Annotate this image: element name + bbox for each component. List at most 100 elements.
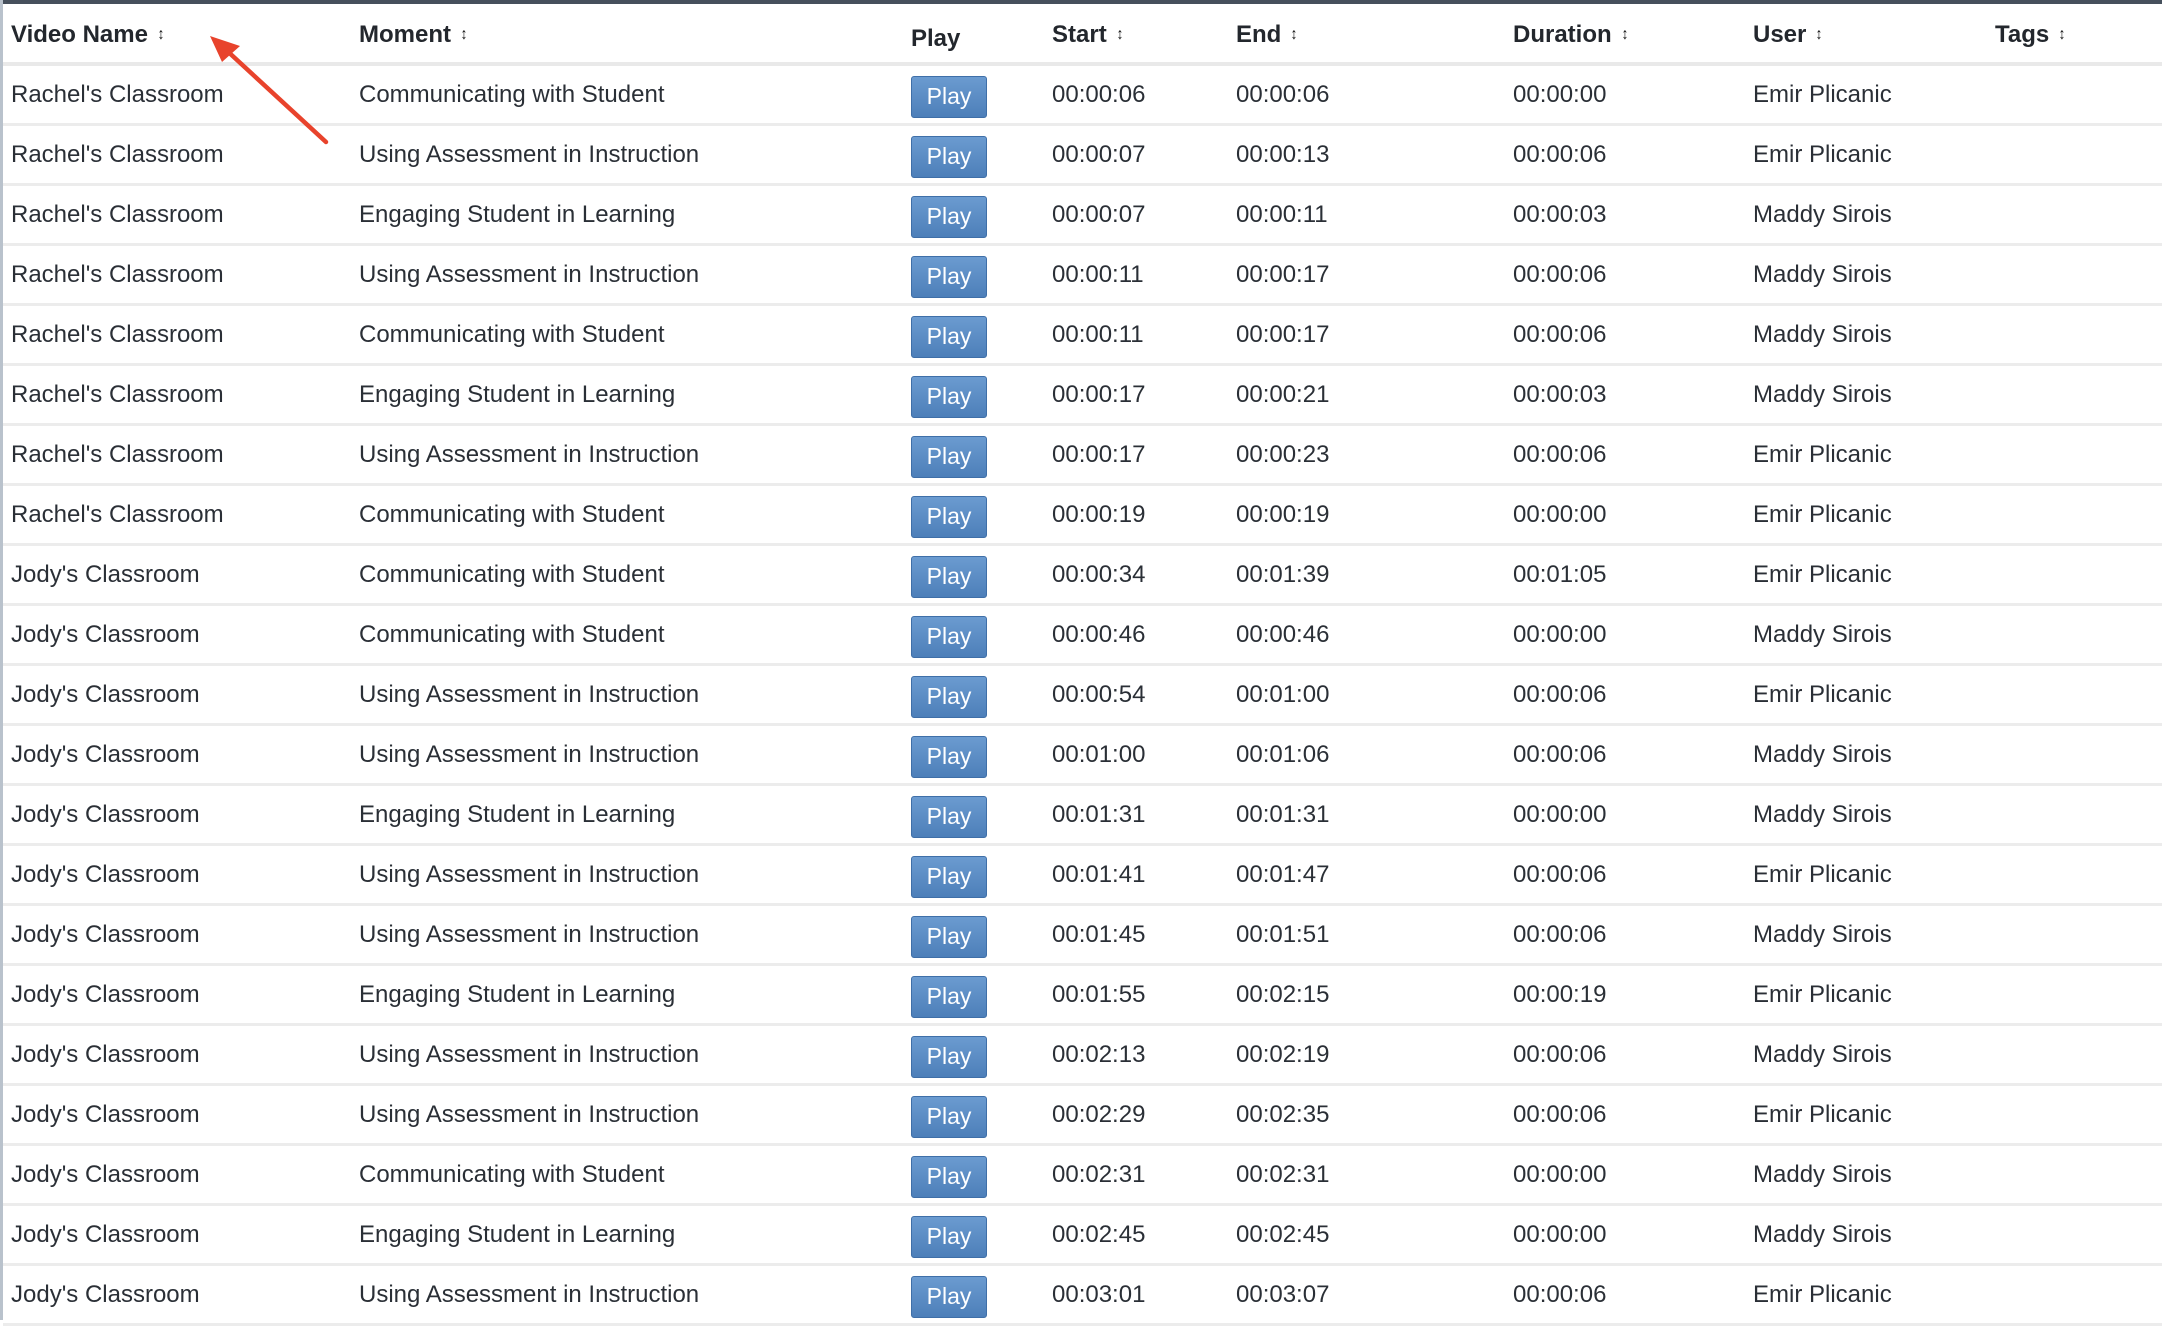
end-cell: 00:01:00: [1236, 680, 1330, 708]
end-cell: 00:00:46: [1236, 620, 1330, 648]
video-name-cell: Jody's Classroom: [11, 1160, 200, 1188]
user-cell: Maddy Sirois: [1753, 200, 1892, 228]
play-cell: Play: [911, 1026, 987, 1083]
start-cell: 00:00:07: [1052, 140, 1146, 168]
video-name-cell: Jody's Classroom: [11, 1280, 200, 1308]
user-cell: Maddy Sirois: [1753, 920, 1892, 948]
end-cell: 00:01:47: [1236, 860, 1330, 888]
moments-table: Video Name ↕ Moment ↕ Play Start ↕ End ↕…: [3, 4, 2162, 1326]
moment-cell: Using Assessment in Instruction: [359, 440, 700, 468]
column-header-video-name[interactable]: Video Name ↕: [11, 4, 165, 64]
play-button[interactable]: Play: [911, 1155, 987, 1198]
column-header-user[interactable]: User ↕: [1753, 4, 1823, 64]
sort-icon[interactable]: ↕: [1816, 27, 1823, 43]
play-button[interactable]: Play: [911, 255, 987, 298]
play-button[interactable]: Play: [911, 1035, 987, 1078]
start-cell: 00:01:31: [1052, 800, 1146, 828]
table-row: Rachel's Classroom Using Assessment in In…: [3, 126, 2162, 186]
play-button[interactable]: Play: [911, 195, 987, 238]
moment-cell: Using Assessment in Instruction: [359, 920, 700, 948]
moment-cell: Engaging Student in Learning: [359, 200, 676, 228]
play-button[interactable]: Play: [911, 1215, 987, 1258]
user-cell: Maddy Sirois: [1753, 1220, 1892, 1248]
sort-icon[interactable]: ↕: [1621, 27, 1628, 43]
play-button[interactable]: Play: [911, 555, 987, 598]
play-button[interactable]: Play: [911, 795, 987, 838]
end-cell: 00:02:19: [1236, 1040, 1330, 1068]
column-header-end[interactable]: End ↕: [1236, 4, 1298, 64]
end-cell: 00:03:07: [1236, 1280, 1330, 1308]
play-button[interactable]: Play: [911, 75, 987, 118]
play-button[interactable]: Play: [911, 615, 987, 658]
sort-icon[interactable]: ↕: [461, 27, 468, 43]
moment-cell: Communicating with Student: [359, 560, 665, 588]
play-button[interactable]: Play: [911, 915, 987, 958]
video-name-cell: Rachel's Classroom: [11, 380, 224, 408]
user-cell: Emir Plicanic: [1753, 80, 1892, 108]
moment-cell: Communicating with Student: [359, 1160, 665, 1188]
video-name-cell: Jody's Classroom: [11, 740, 200, 768]
sort-icon[interactable]: ↕: [158, 27, 165, 43]
sort-icon[interactable]: ↕: [2059, 27, 2066, 43]
start-cell: 00:00:11: [1052, 260, 1144, 288]
duration-cell: 00:00:00: [1513, 500, 1607, 528]
duration-cell: 00:00:06: [1513, 920, 1607, 948]
play-button[interactable]: Play: [911, 675, 987, 718]
end-cell: 00:00:13: [1236, 140, 1330, 168]
column-header-label: Tags: [1995, 21, 2050, 48]
column-header-start[interactable]: Start ↕: [1052, 4, 1124, 64]
user-cell: Maddy Sirois: [1753, 1160, 1892, 1188]
end-cell: 00:00:17: [1236, 260, 1330, 288]
play-button[interactable]: Play: [911, 315, 987, 358]
play-button[interactable]: Play: [911, 495, 987, 538]
user-cell: Emir Plicanic: [1753, 980, 1892, 1008]
user-cell: Emir Plicanic: [1753, 680, 1892, 708]
table-row: Rachel's Classroom Communicating with Stu…: [3, 66, 2162, 126]
moment-cell: Using Assessment in Instruction: [359, 1280, 700, 1308]
play-cell: Play: [911, 366, 987, 423]
table-row: Jody's Classroom Using Assessment in Inst…: [3, 1086, 2162, 1146]
column-header-label: User: [1753, 21, 1807, 48]
start-cell: 00:02:45: [1052, 1220, 1146, 1248]
table-header-row: Video Name ↕ Moment ↕ Play Start ↕ End ↕…: [3, 4, 2162, 66]
sort-icon[interactable]: ↕: [1291, 27, 1298, 43]
video-name-cell: Jody's Classroom: [11, 680, 200, 708]
column-header-label: Video Name: [11, 21, 148, 48]
play-button[interactable]: Play: [911, 135, 987, 178]
end-cell: 00:00:17: [1236, 320, 1330, 348]
video-name-cell: Jody's Classroom: [11, 1100, 200, 1128]
duration-cell: 00:00:19: [1513, 980, 1607, 1008]
play-button[interactable]: Play: [911, 435, 987, 478]
user-cell: Emir Plicanic: [1753, 440, 1892, 468]
start-cell: 00:03:01: [1052, 1280, 1146, 1308]
play-button[interactable]: Play: [911, 735, 987, 778]
column-header-tags[interactable]: Tags ↕: [1995, 4, 2066, 64]
duration-cell: 00:00:06: [1513, 440, 1607, 468]
play-cell: Play: [911, 546, 987, 603]
moment-cell: Engaging Student in Learning: [359, 980, 676, 1008]
play-button[interactable]: Play: [911, 1095, 987, 1138]
play-cell: Play: [911, 426, 987, 483]
table-row: Jody's Classroom Communicating with Stude…: [3, 606, 2162, 666]
sort-icon[interactable]: ↕: [1116, 27, 1123, 43]
duration-cell: 00:00:06: [1513, 860, 1607, 888]
play-cell: Play: [911, 486, 987, 543]
moment-cell: Communicating with Student: [359, 620, 665, 648]
user-cell: Emir Plicanic: [1753, 1100, 1892, 1128]
duration-cell: 00:00:00: [1513, 800, 1607, 828]
column-header-moment[interactable]: Moment ↕: [359, 4, 468, 64]
play-cell: Play: [911, 1266, 987, 1323]
duration-cell: 00:00:00: [1513, 80, 1607, 108]
column-header-label: Duration: [1513, 21, 1612, 48]
moment-cell: Using Assessment in Instruction: [359, 140, 700, 168]
play-button[interactable]: Play: [911, 855, 987, 898]
duration-cell: 00:00:06: [1513, 680, 1607, 708]
play-button[interactable]: Play: [911, 375, 987, 418]
play-button[interactable]: Play: [911, 1275, 987, 1318]
start-cell: 00:02:13: [1052, 1040, 1146, 1068]
column-header-duration[interactable]: Duration ↕: [1513, 4, 1629, 64]
play-cell: Play: [911, 906, 987, 963]
start-cell: 00:02:29: [1052, 1100, 1146, 1128]
start-cell: 00:00:46: [1052, 620, 1146, 648]
play-button[interactable]: Play: [911, 975, 987, 1018]
